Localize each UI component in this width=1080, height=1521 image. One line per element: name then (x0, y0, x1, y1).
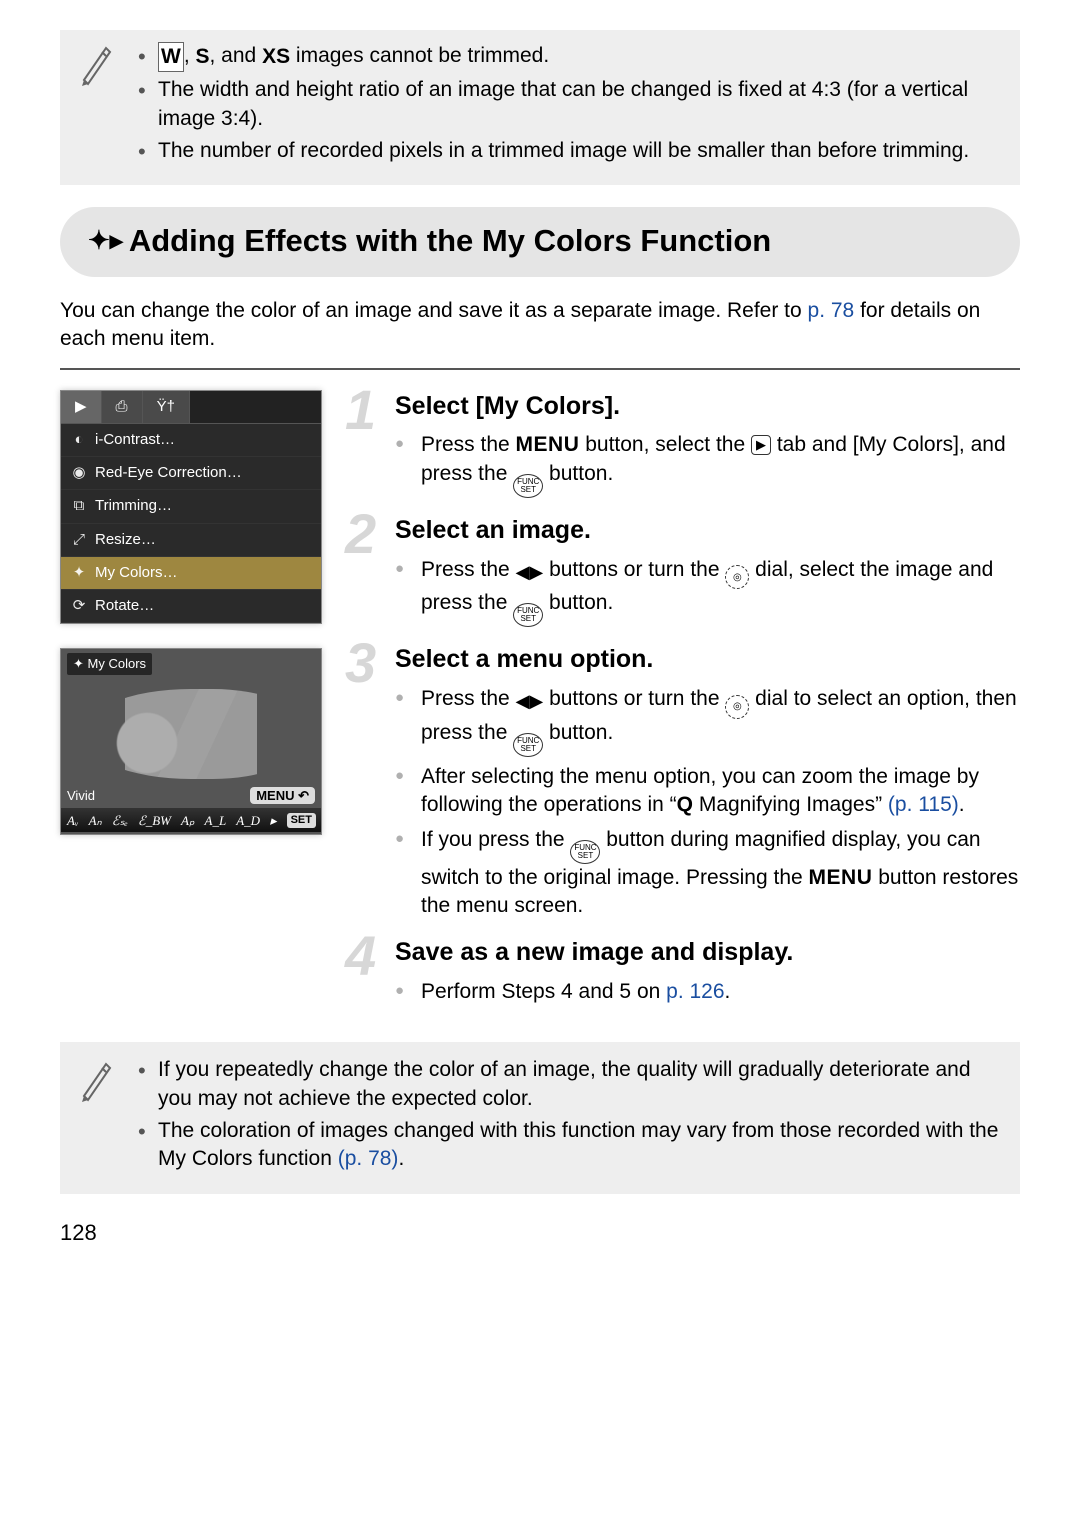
link-p115[interactable]: (p. 115) (888, 793, 959, 816)
left-column: ▶ ⎙ Ÿ† ◐i-Contrast… ◉Red-Eye Correction…… (60, 390, 325, 1023)
playback-tab-icon: ▶ (751, 435, 771, 455)
preview-title: ✦ My Colors (67, 653, 152, 675)
preview-image-content (81, 689, 301, 779)
step-line: If you press the FUNCSET button during m… (395, 826, 1020, 921)
magnify-icon: Q (677, 793, 693, 816)
note-list: W, S, and XS images cannot be trimmed. T… (128, 42, 1002, 169)
intro-text: You can change the color of an image and… (60, 297, 1020, 354)
menu-item-icon: ◉ (71, 463, 87, 483)
menu-button-icon: MENU (516, 433, 580, 456)
camera-tab-play: ▶ (61, 391, 102, 423)
step-line: After selecting the menu option, you can… (395, 763, 1020, 820)
main-grid: ▶ ⎙ Ÿ† ◐i-Contrast… ◉Red-Eye Correction…… (60, 390, 1020, 1023)
step-title: Select an image. (395, 514, 1020, 548)
link-p78-bottom[interactable]: (p. 78) (338, 1147, 399, 1170)
note-line-2: The width and height ratio of an image t… (134, 76, 1002, 133)
rule (60, 368, 1020, 370)
note-box-bottom: If you repeatedly change the color of an… (60, 1042, 1020, 1193)
step-4: 4 Save as a new image and display. Perfo… (349, 936, 1020, 1006)
camera-menu-item-selected: ✦My Colors… (61, 557, 321, 590)
mycolors-head-icon: ✦▸ (88, 225, 123, 255)
page-number: 128 (60, 1218, 1020, 1248)
pencil-icon (78, 1056, 114, 1177)
section-heading: ✦▸Adding Effects with the My Colors Func… (60, 207, 1020, 277)
camera-tabs: ▶ ⎙ Ÿ† (61, 391, 321, 424)
step-title: Save as a new image and display. (395, 936, 1020, 970)
size-w-icon: W (158, 42, 184, 72)
control-dial-icon: ◎ (725, 565, 749, 589)
camera-menu-list: ◐i-Contrast… ◉Red-Eye Correction… ⧉Trimm… (61, 424, 321, 624)
menu-item-icon: ⤢ (71, 530, 87, 550)
preview-mode-strip: Aᵥ Aₙ ℰₛₑ ℰ_BW Aₚ A_L A_D ▸ SET (61, 808, 321, 832)
menu-item-icon: ⧉ (71, 496, 87, 516)
camera-menu-item: ◉Red-Eye Correction… (61, 457, 321, 490)
menu-item-icon: ⟳ (71, 596, 87, 616)
step-number: 1 (345, 382, 376, 438)
menu-item-icon: ✦ (71, 563, 87, 583)
menu-item-icon: ◐ (71, 430, 87, 450)
preview-menu-badge: MENU ↶ (250, 787, 315, 805)
preview-set-badge: SET (287, 813, 316, 828)
size-xs-icon: XS (262, 43, 290, 71)
step-number: 4 (345, 928, 376, 984)
left-right-buttons-icon: ◀▶ (516, 560, 544, 584)
camera-menu-item: ◐i-Contrast… (61, 424, 321, 457)
step-line: Perform Steps 4 and 5 on p. 126. (395, 978, 1020, 1006)
camera-tab-tools: Ÿ† (143, 391, 190, 423)
step-line: Press the ◀▶ buttons or turn the ◎ dial … (395, 685, 1020, 757)
func-set-button-icon: FUNCSET (513, 603, 543, 627)
camera-preview-screenshot: ✦ My Colors Vivid MENU ↶ Aᵥ Aₙ ℰₛₑ ℰ_BW … (60, 648, 322, 835)
size-s-icon: S (196, 43, 210, 71)
step-title: Select a menu option. (395, 643, 1020, 677)
camera-tab-print: ⎙ (102, 391, 143, 423)
steps-column: 1 Select [My Colors]. Press the MENU but… (349, 390, 1020, 1023)
step-2: 2 Select an image. Press the ◀▶ buttons … (349, 514, 1020, 628)
control-dial-icon: ◎ (725, 695, 749, 719)
link-p78[interactable]: p. 78 (808, 299, 855, 322)
pencil-icon (78, 40, 114, 169)
menu-button-icon: MENU (809, 866, 873, 889)
preview-mode-label: Vivid (67, 787, 95, 805)
camera-menu-item: ⤢Resize… (61, 524, 321, 557)
note-line: The coloration of images changed with th… (134, 1117, 1002, 1174)
link-p126[interactable]: p. 126 (666, 980, 724, 1003)
note-line: If you repeatedly change the color of an… (134, 1056, 1002, 1113)
func-set-button-icon: FUNCSET (513, 733, 543, 757)
func-set-button-icon: FUNCSET (513, 474, 543, 498)
step-line: Press the ◀▶ buttons or turn the ◎ dial,… (395, 556, 1020, 628)
note-line-1: W, S, and XS images cannot be trimmed. (134, 42, 1002, 72)
step-number: 2 (345, 506, 376, 562)
step-number: 3 (345, 635, 376, 691)
func-set-button-icon: FUNCSET (570, 840, 600, 864)
left-right-buttons-icon: ◀▶ (516, 689, 544, 713)
camera-menu-item: ⧉Trimming… (61, 490, 321, 523)
camera-menu-screenshot: ▶ ⎙ Ÿ† ◐i-Contrast… ◉Red-Eye Correction…… (60, 390, 322, 625)
note-box-top: W, S, and XS images cannot be trimmed. T… (60, 30, 1020, 185)
note-line-3: The number of recorded pixels in a trimm… (134, 137, 1002, 165)
step-title: Select [My Colors]. (395, 390, 1020, 424)
page: W, S, and XS images cannot be trimmed. T… (30, 0, 1050, 1267)
step-1: 1 Select [My Colors]. Press the MENU but… (349, 390, 1020, 498)
step-3: 3 Select a menu option. Press the ◀▶ but… (349, 643, 1020, 920)
camera-menu-item: ⟳Rotate… (61, 590, 321, 623)
step-line: Press the MENU button, select the ▶ tab … (395, 431, 1020, 497)
mycolors-icon: ✦ (73, 656, 84, 671)
note-list: If you repeatedly change the color of an… (128, 1056, 1002, 1177)
